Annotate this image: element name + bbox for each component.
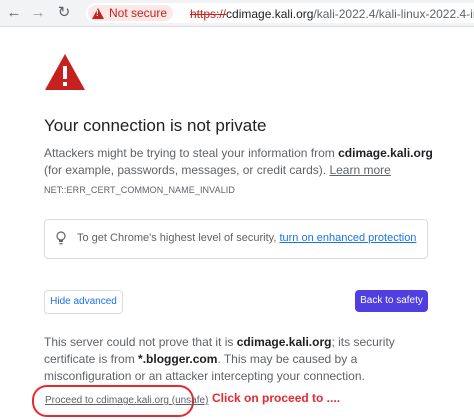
details-issuer: *.blogger.com — [138, 352, 218, 366]
enhanced-protection-link[interactable]: turn on enhanced protection — [279, 232, 416, 244]
hide-advanced-button[interactable]: Hide advanced — [44, 290, 123, 314]
protection-text: To get Chrome's highest level of securit… — [77, 232, 416, 244]
url-path: /kali-2022.4/kali-linux-2022.4-installer… — [313, 7, 474, 21]
warning-triangle-icon — [45, 54, 85, 90]
proceed-unsafe-link[interactable]: Proceed to cdimage.kali.org (unsafe) — [45, 395, 208, 406]
explanation-post: (for example, passwords, messages, or cr… — [44, 163, 330, 177]
enhanced-protection-box: To get Chrome's highest level of securit… — [44, 219, 428, 259]
security-status-label: Not secure — [109, 6, 168, 20]
url-text[interactable]: https://cdimage.kali.org/kali-2022.4/kal… — [190, 6, 474, 22]
explanation-text: Attackers might be trying to steal your … — [44, 145, 444, 179]
certificate-details-text: This server could not prove that it is c… — [44, 334, 444, 385]
url-host: cdimage.kali.org — [226, 7, 314, 21]
reload-icon[interactable]: ↻ — [54, 3, 74, 23]
annotation-text: Click on proceed to .... — [212, 391, 341, 405]
warning-icon — [92, 7, 104, 19]
learn-more-link[interactable]: Learn more — [329, 163, 390, 177]
lightbulb-icon — [56, 231, 66, 245]
explanation-pre: Attackers might be trying to steal your … — [44, 146, 339, 160]
details-pre: This server could not prove that it is — [44, 335, 237, 349]
url-scheme: https:// — [190, 7, 227, 21]
details-host: cdimage.kali.org — [236, 335, 332, 349]
browser-toolbar: ← → ↻ Not secure https://cdimage.kali.or… — [0, 0, 474, 27]
back-arrow-icon[interactable]: ← — [4, 3, 24, 23]
page-title: Your connection is not private — [44, 116, 267, 135]
proceed-highlight-circle: Proceed to cdimage.kali.org (unsafe) — [32, 385, 208, 417]
protection-prefix: To get Chrome's highest level of securit… — [77, 232, 280, 244]
explanation-host: cdimage.kali.org — [338, 146, 433, 160]
forward-arrow-icon[interactable]: → — [28, 3, 48, 23]
error-code: NET::ERR_CERT_COMMON_NAME_INVALID — [44, 185, 236, 195]
address-bar[interactable]: Not secure https://cdimage.kali.org/kali… — [86, 3, 474, 23]
security-status-chip[interactable]: Not secure — [88, 5, 174, 21]
back-to-safety-button[interactable]: Back to safety — [355, 290, 428, 312]
